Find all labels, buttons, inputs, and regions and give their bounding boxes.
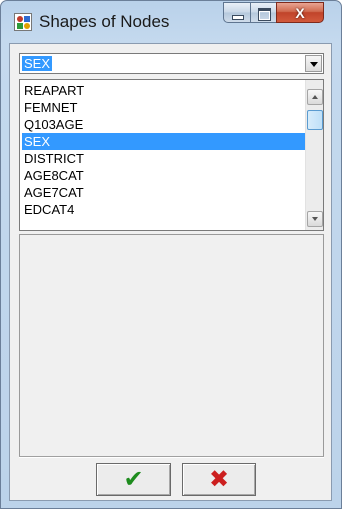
cancel-button[interactable]: ✖	[182, 463, 256, 496]
list-item[interactable]: FEMNET	[22, 99, 305, 116]
chevron-down-icon	[310, 62, 318, 67]
close-button[interactable]: X	[276, 2, 324, 23]
minimize-button[interactable]	[223, 2, 251, 23]
scroll-thumb[interactable]	[307, 110, 323, 130]
combo-selected-value: SEX	[22, 56, 53, 71]
variable-list[interactable]: REAPART FEMNET Q103AGE SEX DISTRICT AGE8…	[19, 79, 324, 231]
minimize-icon	[224, 3, 250, 22]
node-shapes-icon	[14, 13, 32, 31]
combo-dropdown-button[interactable]	[305, 55, 322, 72]
title-bar[interactable]: Shapes of Nodes X	[1, 1, 341, 43]
list-item[interactable]: Q103AGE	[22, 116, 305, 133]
dialog-window: Shapes of Nodes X SEX REAPART FEMNET Q10…	[0, 0, 342, 509]
list-item[interactable]: DISTRICT	[22, 150, 305, 167]
arrow-down-icon	[312, 217, 318, 221]
list-item[interactable]: AGE7CAT	[22, 184, 305, 201]
variable-combo[interactable]: SEX	[19, 53, 324, 74]
scroll-up-button[interactable]	[307, 89, 323, 105]
shape-panel	[19, 234, 324, 457]
window-title: Shapes of Nodes	[39, 12, 170, 31]
x-mark-icon: ✖	[208, 465, 230, 493]
list-item-selected[interactable]: SEX	[22, 133, 305, 150]
ok-button[interactable]: ✔	[96, 463, 171, 496]
maximize-button[interactable]	[250, 2, 277, 23]
list-item[interactable]: REAPART	[22, 82, 305, 99]
close-icon: X	[295, 5, 305, 21]
dialog-client-area: SEX REAPART FEMNET Q103AGE SEX DISTRICT …	[9, 43, 332, 501]
maximize-icon	[251, 3, 276, 22]
arrow-up-icon	[312, 95, 318, 99]
scroll-down-button[interactable]	[307, 211, 323, 227]
list-item[interactable]: AGE8CAT	[22, 167, 305, 184]
list-item[interactable]: EDCAT4	[22, 201, 305, 218]
list-scrollbar[interactable]	[305, 80, 323, 230]
checkmark-icon: ✔	[123, 465, 144, 493]
divider	[19, 456, 324, 458]
